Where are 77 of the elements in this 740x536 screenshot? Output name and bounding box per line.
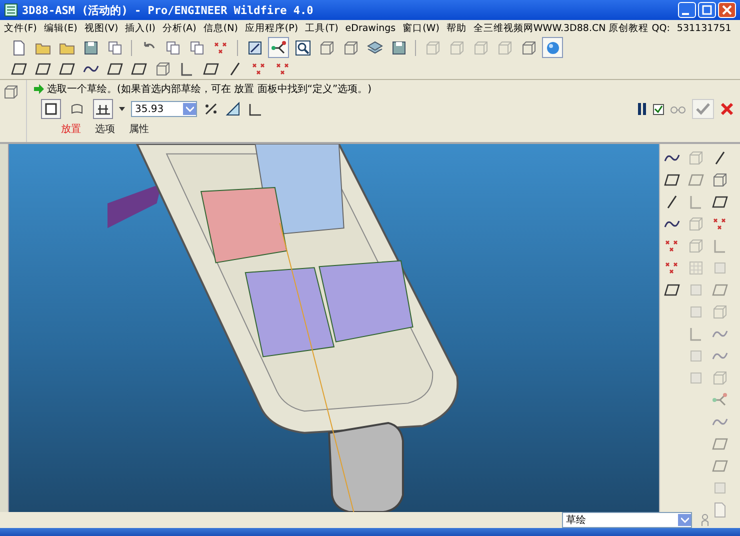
- document-icon[interactable]: [10, 40, 26, 56]
- surface-icon: [70, 102, 84, 116]
- menu-item[interactable]: 信息(N): [203, 22, 238, 35]
- depth-option-button[interactable]: [93, 99, 113, 119]
- person-icon: [700, 513, 710, 527]
- plane-icon[interactable]: [130, 60, 146, 76]
- menu-item[interactable]: 分析(A): [162, 22, 196, 35]
- dashboard-tab[interactable]: 属性: [125, 122, 153, 136]
- plane-icon[interactable]: [664, 172, 680, 188]
- menu-item[interactable]: 全三维视频网WWW.3D88.CN 原创教程 QQ:: [473, 22, 670, 35]
- bracket-icon[interactable]: [178, 60, 194, 76]
- plane-icon[interactable]: [10, 60, 26, 76]
- menu-item[interactable]: 应用程序(P): [244, 22, 298, 35]
- chevron-icon: [186, 106, 194, 112]
- pause-icon[interactable]: [637, 102, 647, 116]
- points-icon[interactable]: [274, 60, 290, 76]
- save-icon[interactable]: [82, 40, 98, 56]
- 3d-viewport[interactable]: [9, 144, 659, 512]
- plane-icon[interactable]: [664, 282, 680, 298]
- menu-item[interactable]: 插入(I): [125, 22, 156, 35]
- menu-item[interactable]: 视图(V): [84, 22, 118, 35]
- caret-icon[interactable]: [119, 106, 125, 112]
- cube-icon[interactable]: [154, 60, 170, 76]
- layers-icon[interactable]: [366, 40, 382, 56]
- close-button[interactable]: [718, 2, 736, 18]
- app-icon: [4, 3, 18, 17]
- solid-toggle[interactable]: [41, 99, 61, 119]
- copy-icon[interactable]: [188, 40, 204, 56]
- sphere-icon[interactable]: [544, 40, 560, 56]
- cube-icon[interactable]: [3, 84, 19, 100]
- preview-checkbox[interactable]: [653, 104, 664, 114]
- minimize-button[interactable]: [678, 2, 696, 18]
- window-title: 3D88-ASM (活动的) - Pro/ENGINEER Wildfire 4.0: [22, 2, 314, 18]
- menu-item[interactable]: 文件(F): [4, 22, 37, 35]
- points-icon[interactable]: [664, 260, 680, 276]
- glasses-icon[interactable]: [670, 104, 686, 114]
- menu-item[interactable]: 工具(T): [305, 22, 338, 35]
- menu-item[interactable]: 窗口(W): [402, 22, 440, 35]
- minimize-icon: [682, 12, 689, 14]
- close-icon: [722, 5, 732, 15]
- plane-icon[interactable]: [58, 60, 74, 76]
- points-icon[interactable]: [212, 40, 228, 56]
- points-icon[interactable]: [712, 216, 728, 232]
- plane-icon[interactable]: [712, 194, 728, 210]
- selection-filter-dropdown[interactable]: 草绘: [562, 512, 692, 528]
- sketch-icon[interactable]: [246, 40, 262, 56]
- copy-icon[interactable]: [106, 40, 122, 56]
- search-icon[interactable]: [294, 40, 310, 56]
- save-icon[interactable]: [390, 40, 406, 56]
- node-icon[interactable]: [712, 392, 728, 408]
- prompt-text: 选取一个草绘。(如果首选内部草绘，可在 放置 面板中找到“定义”选项。): [47, 82, 372, 96]
- chevron-icon: [680, 517, 688, 523]
- points-icon[interactable]: [664, 238, 680, 254]
- dashboard-tab[interactable]: 选项: [91, 122, 119, 136]
- plane-icon[interactable]: [34, 60, 50, 76]
- solid-icon: [44, 102, 58, 116]
- points-icon[interactable]: [250, 60, 266, 76]
- node-icon[interactable]: [270, 40, 286, 56]
- cube-icon[interactable]: [342, 40, 358, 56]
- menu-item[interactable]: 编辑(E): [44, 22, 78, 35]
- ok-button[interactable]: [692, 99, 714, 119]
- depth-combo[interactable]: 35.93: [131, 101, 197, 117]
- arrow-icon: [33, 83, 45, 95]
- checkmark-icon: [695, 102, 711, 116]
- copy-icon[interactable]: [164, 40, 180, 56]
- plane-icon[interactable]: [202, 60, 218, 76]
- maximize-icon: [702, 5, 712, 15]
- cube-icon[interactable]: [712, 172, 728, 188]
- menu-item[interactable]: 帮助: [446, 22, 466, 35]
- plane-icon[interactable]: [106, 60, 122, 76]
- cancel-icon[interactable]: [720, 102, 734, 116]
- menu-item[interactable]: 531131751: [676, 23, 732, 34]
- maximize-button[interactable]: [698, 2, 716, 18]
- cube-icon[interactable]: [318, 40, 334, 56]
- cube-icon[interactable]: [520, 40, 536, 56]
- menu-item[interactable]: eDrawings: [345, 23, 396, 34]
- dashboard-tab[interactable]: 放置: [57, 122, 85, 136]
